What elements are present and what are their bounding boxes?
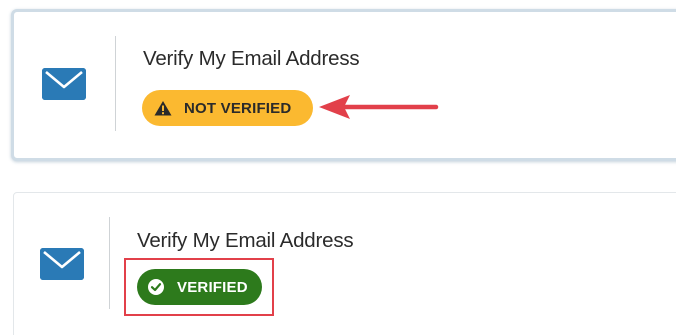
warning-triangle-icon xyxy=(154,100,172,116)
annotation-highlight-box xyxy=(124,258,274,316)
envelope-icon xyxy=(42,68,86,100)
envelope-icon xyxy=(40,248,84,280)
email-verification-card-verified xyxy=(13,192,676,335)
screenshot-stage: Verify My Email Address NOT VERIFIED Ver… xyxy=(0,0,676,335)
card-title: Verify My Email Address xyxy=(143,47,360,70)
email-verification-card-unverified xyxy=(11,9,676,161)
badge-label: NOT VERIFIED xyxy=(184,99,292,117)
card-divider xyxy=(115,36,116,131)
annotation-arrow xyxy=(319,95,439,119)
card-title: Verify My Email Address xyxy=(137,229,354,252)
card-divider xyxy=(109,217,110,309)
status-badge-not-verified: NOT VERIFIED xyxy=(142,90,313,126)
